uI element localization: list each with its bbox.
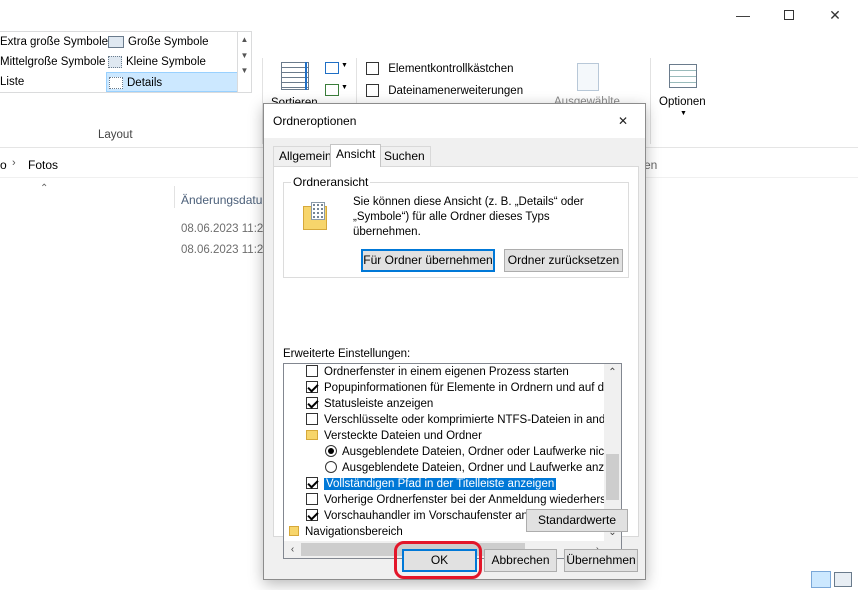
file-extensions-toggle[interactable]: Dateinamenerweiterungen [366,84,523,97]
radio-button[interactable] [325,444,337,457]
minimize-icon: — [736,7,750,23]
folder-view-icon [303,202,327,230]
details-view-button[interactable] [811,571,831,588]
small-icons-icon [108,55,122,68]
ribbon-separator [650,58,651,144]
folder-options-dialog: Ordneroptionen ✕ Allgemein Ansicht Suche… [263,103,646,580]
advanced-settings-label: Erweiterte Einstellungen: [283,348,411,360]
view-tab-panel: Ordneransicht Sie können diese Ansicht (… [273,166,639,559]
hide-selected-icon[interactable] [577,63,599,91]
breadcrumb-chevron-icon: › [12,157,16,169]
large-icons-view-button[interactable] [834,572,852,587]
view-medium[interactable]: Mittelgroße Symbole [0,52,105,72]
checkbox[interactable] [306,380,318,393]
breadcrumb-current[interactable]: Fotos [28,158,58,172]
navigation-pane-icon [289,525,299,536]
minimize-button[interactable]: — [720,0,766,30]
setting-item[interactable]: Ausgeblendete Dateien, Ordner oder Laufw… [325,444,621,460]
checkbox[interactable] [306,396,318,409]
setting-item[interactable]: Vorherige Ordnerfenster bei der Anmeldun… [306,492,621,508]
sort-arrows-icon [303,62,309,90]
view-details[interactable]: Details [106,72,238,92]
setting-item[interactable]: Statusleiste anzeigen [306,396,433,412]
close-icon: ✕ [829,6,841,23]
group-by-icon[interactable] [325,62,339,74]
large-icons-icon [108,35,124,48]
checkbox[interactable] [366,84,379,97]
setting-item[interactable]: Ausgeblendete Dateien, Ordner und Laufwe… [325,460,619,476]
gallery-scroll[interactable]: ▲ ▼ ▼ [237,32,251,92]
restore-defaults-button[interactable]: Standardwerte [526,509,628,532]
setting-item[interactable]: Vorschauhandler im Vorschaufenster anzei… [306,508,562,524]
options-icon[interactable] [669,64,697,88]
apply-button[interactable]: Übernehmen [564,549,638,572]
add-columns-icon[interactable] [325,84,339,96]
details-icon [109,76,123,89]
layout-gallery: Extra große Symbole Große Symbole Mittel… [0,31,252,93]
scroll-left-icon[interactable]: ‹ [284,541,301,558]
tab-general[interactable]: Allgemein [273,146,338,166]
file-row-date[interactable]: 08.06.2023 11:25 [181,223,270,235]
dropdown-arrow-icon: ▼ [341,62,348,69]
setting-item[interactable]: Ordnerfenster in einem eigenen Prozess s… [306,364,569,380]
setting-group: Versteckte Dateien und Ordner [306,428,482,444]
close-window-button[interactable]: ✕ [812,0,858,30]
options-label[interactable]: Optionen [659,96,706,108]
search-box[interactable]: en [644,158,657,172]
ok-button[interactable]: OK [402,549,477,572]
column-separator[interactable] [174,186,175,208]
item-checkboxes-toggle[interactable]: Elementkontrollkästchen [366,62,514,75]
view-extra-large[interactable]: Extra große Symbole [0,32,108,52]
checkbox[interactable] [306,492,318,505]
dialog-title: Ordneroptionen [273,114,357,128]
cancel-button[interactable]: Abbrechen [484,549,557,572]
setting-item-highlighted[interactable]: Vollständigen Pfad in der Titelleiste an… [306,476,558,492]
view-list[interactable]: Liste [0,72,24,92]
setting-item[interactable]: Verschlüsselte oder komprimierte NTFS-Da… [306,412,621,428]
setting-item[interactable]: Popupinformationen für Elemente in Ordne… [306,380,621,396]
dialog-close-button[interactable]: ✕ [609,104,645,138]
layout-group-label: Layout [98,129,133,141]
folder-view-description: Sie können diese Ansicht (z. B. „Details… [353,196,584,238]
checkbox[interactable] [306,508,318,521]
radio-button[interactable] [325,460,337,473]
scroll-thumb[interactable] [606,454,619,500]
dialog-titlebar: Ordneroptionen ✕ [264,104,645,138]
view-small[interactable]: Kleine Symbole [108,52,206,72]
setting-group: Navigationsbereich [289,524,403,540]
file-row-date[interactable]: 08.06.2023 11:25 [181,244,270,256]
dropdown-arrow-icon: ▼ [680,110,687,117]
checkbox[interactable] [366,62,379,75]
close-icon: ✕ [618,114,629,128]
dropdown-arrow-icon: ▼ [341,84,348,91]
reset-folders-button[interactable]: Ordner zurücksetzen [504,249,623,272]
maximize-button[interactable] [766,0,812,30]
breadcrumb-prev[interactable]: o [0,158,7,172]
tab-search[interactable]: Suchen [378,146,431,166]
checkbox[interactable] [306,476,318,489]
tab-view[interactable]: Ansicht [330,144,382,167]
folder-icon [306,429,318,440]
sort-indicator-icon: ⌃ [40,183,49,194]
checkbox[interactable] [306,412,318,425]
apply-to-folders-button[interactable]: Für Ordner übernehmen [361,249,495,272]
view-large[interactable]: Große Symbole [108,32,209,52]
scroll-up-icon[interactable]: ⌃ [604,364,621,381]
checkbox[interactable] [306,364,318,377]
folder-view-label: Ordneransicht [291,175,371,189]
maximize-icon [784,10,794,20]
date-column-header[interactable]: Änderungsdatu [181,193,262,207]
